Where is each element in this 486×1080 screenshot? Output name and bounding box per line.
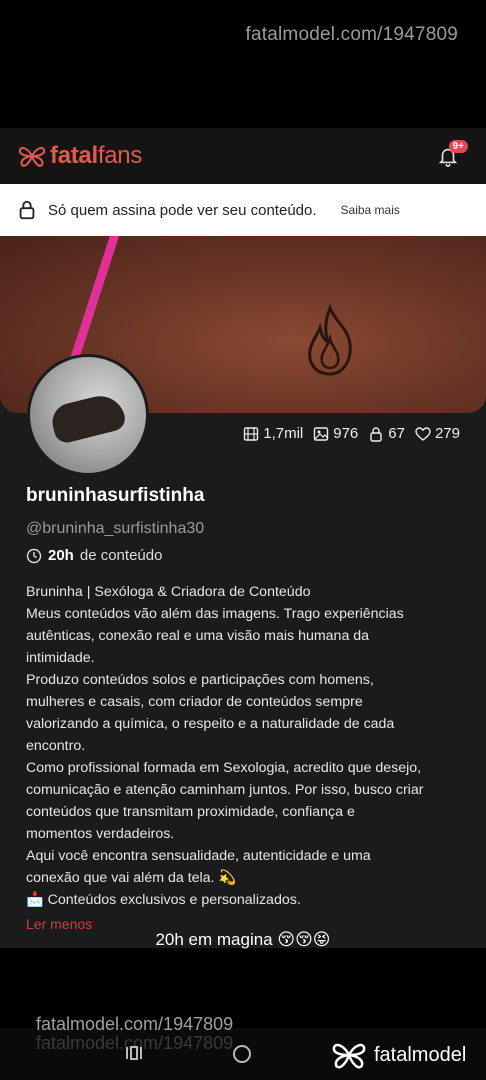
profile-avatar[interactable] <box>27 354 149 476</box>
notifications-button[interactable]: 9+ <box>428 136 468 176</box>
butterfly-logo-icon <box>332 1043 366 1069</box>
watermark-bottom: fatalmodel.com/1947809 <box>36 1014 234 1034</box>
photos-stat[interactable]: 976 <box>313 425 358 442</box>
story-caption: 20h em magina 😚😚😝 <box>155 930 331 949</box>
butterfly-logo-icon <box>18 147 46 167</box>
bio-line: comunicação e atenção caminham juntos. P… <box>26 782 424 798</box>
bio-line: autênticas, conexão real e uma visão mai… <box>26 628 370 644</box>
recents-icon[interactable] <box>124 1045 144 1061</box>
fatalmodel-brand: fatalmodel <box>330 1040 466 1070</box>
profile-handle: @bruninha_surfistinha30 <box>26 520 205 537</box>
stats-row: 1,7mil 976 67 279 <box>243 425 460 442</box>
brand-text: fatalmodel <box>374 1043 467 1066</box>
heart-icon <box>415 426 431 441</box>
home-icon[interactable] <box>233 1045 251 1063</box>
image-icon <box>314 426 329 441</box>
bio-line: Meus conteúdos vão além das imagens. Tra… <box>26 606 404 622</box>
likes-stat[interactable]: 279 <box>415 425 460 442</box>
film-icon <box>244 426 259 441</box>
bio-line: valorizando a química, o respeito e a na… <box>26 716 395 732</box>
bio-line: conexão que vai além da tela. 💫 <box>26 870 237 886</box>
avatar-figure-shape <box>48 390 128 446</box>
profile-username: bruninhasurfistinha <box>26 485 205 506</box>
bio-line: mulheres e casais, com criador de conteú… <box>26 694 363 710</box>
bio-line: 📩 Conteúdos exclusivos e personalizados. <box>26 892 301 908</box>
bio-line: encontro. <box>26 738 86 754</box>
logo-text-bold: fatal <box>50 142 98 169</box>
bio-line: Produzo conteúdos solos e participações … <box>26 672 374 688</box>
bio-line: conteúdos que transmitam proximidade, co… <box>26 804 355 820</box>
videos-stat[interactable]: 1,7mil <box>243 425 303 442</box>
watermark-top: fatalmodel.com/1947809 <box>245 24 458 45</box>
bio-line: Como profissional formada em Sexologia, … <box>26 760 422 776</box>
likes-count: 279 <box>434 425 460 442</box>
lock-icon <box>370 426 382 442</box>
bio-line: momentos verdadeiros. <box>26 826 175 842</box>
subscription-notice: Só quem assina pode ver seu conteúdo. Sa… <box>0 184 486 236</box>
flame-tattoo-icon <box>308 304 352 376</box>
fatalfans-logo[interactable]: fatalfans <box>18 142 142 170</box>
profile-bio: Bruninha | Sexóloga & Criadora de Conteú… <box>26 581 466 911</box>
lock-icon <box>19 200 35 220</box>
logo-text-light: fans <box>97 142 143 169</box>
clock-icon <box>26 548 42 563</box>
learn-more-link[interactable]: Saiba mais <box>341 203 400 217</box>
locked-count: 67 <box>388 425 405 442</box>
content-duration: 20h de conteúdo <box>26 547 162 564</box>
locked-stat[interactable]: 67 <box>368 425 405 442</box>
bio-line: Aqui você encontra sensualidade, autenti… <box>26 848 371 864</box>
bio-line: intimidade. <box>26 650 95 666</box>
bio-line: Bruninha | Sexóloga & Criadora de Conteú… <box>26 584 311 600</box>
duration-label: de conteúdo <box>79 547 163 564</box>
videos-count: 1,7mil <box>263 425 304 442</box>
notification-badge: 9+ <box>448 140 468 153</box>
notice-text: Só quem assina pode ver seu conteúdo. <box>48 201 317 219</box>
duration-value: 20h <box>48 547 74 564</box>
photos-count: 976 <box>333 425 359 442</box>
top-bar: fatalfans 9+ <box>0 128 486 184</box>
